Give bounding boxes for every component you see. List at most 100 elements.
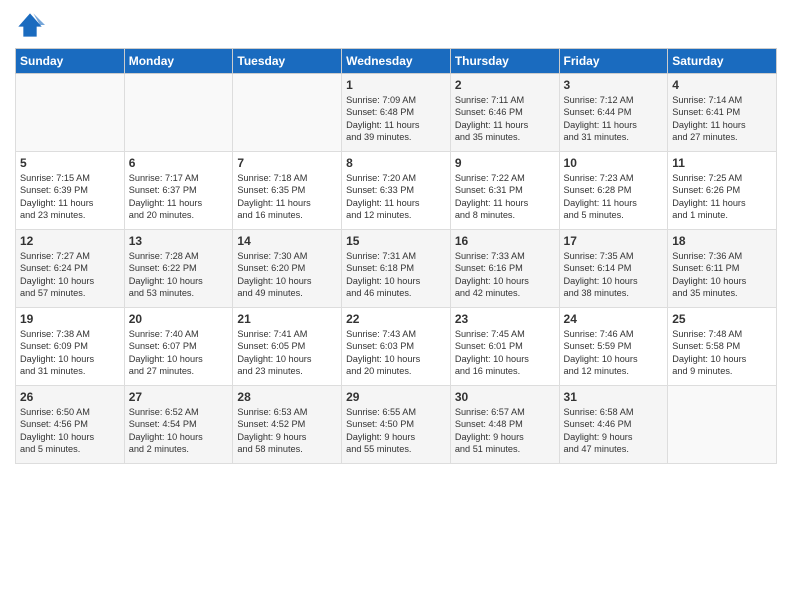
calendar-cell: 24 Sunrise: 7:46 AMSunset: 5:59 PMDayligh… [559,308,668,386]
day-number: 28 [237,390,337,404]
calendar-cell: 27 Sunrise: 6:52 AMSunset: 4:54 PMDayligh… [124,386,233,464]
calendar-header-row: SundayMondayTuesdayWednesdayThursdayFrid… [16,49,777,74]
cell-content: Sunrise: 7:41 AMSunset: 6:05 PMDaylight:… [237,328,337,378]
cell-content: Sunrise: 7:20 AMSunset: 6:33 PMDaylight:… [346,172,446,222]
cell-content: Sunrise: 7:48 AMSunset: 5:58 PMDaylight:… [672,328,772,378]
calendar-week-3: 12 Sunrise: 7:27 AMSunset: 6:24 PMDayligh… [16,230,777,308]
day-number: 17 [564,234,664,248]
cell-content: Sunrise: 7:15 AMSunset: 6:39 PMDaylight:… [20,172,120,222]
day-number: 1 [346,78,446,92]
day-header-sunday: Sunday [16,49,125,74]
calendar-cell: 29 Sunrise: 6:55 AMSunset: 4:50 PMDayligh… [342,386,451,464]
cell-content: Sunrise: 7:35 AMSunset: 6:14 PMDaylight:… [564,250,664,300]
calendar-cell: 6Sunrise: 7:17 AMSunset: 6:37 PMDaylight… [124,152,233,230]
day-header-saturday: Saturday [668,49,777,74]
day-number: 5 [20,156,120,170]
day-number: 16 [455,234,555,248]
cell-content: Sunrise: 7:28 AMSunset: 6:22 PMDaylight:… [129,250,229,300]
cell-content: Sunrise: 7:18 AMSunset: 6:35 PMDaylight:… [237,172,337,222]
day-number: 18 [672,234,772,248]
cell-content: Sunrise: 7:30 AMSunset: 6:20 PMDaylight:… [237,250,337,300]
calendar-cell [124,74,233,152]
cell-content: Sunrise: 7:43 AMSunset: 6:03 PMDaylight:… [346,328,446,378]
cell-content: Sunrise: 6:53 AMSunset: 4:52 PMDaylight:… [237,406,337,456]
day-number: 13 [129,234,229,248]
day-header-wednesday: Wednesday [342,49,451,74]
calendar-cell: 2 Sunrise: 7:11 AMSunset: 6:46 PMDaylight… [450,74,559,152]
day-number: 24 [564,312,664,326]
day-number: 21 [237,312,337,326]
calendar-cell: 15 Sunrise: 7:31 AMSunset: 6:18 PMDayligh… [342,230,451,308]
page-header [15,10,777,40]
calendar-cell [233,74,342,152]
day-number: 20 [129,312,229,326]
cell-content: Sunrise: 7:14 AMSunset: 6:41 PMDaylight:… [672,94,772,144]
day-number: 19 [20,312,120,326]
calendar-cell: 26 Sunrise: 6:50 AMSunset: 4:56 PMDayligh… [16,386,125,464]
cell-content: Sunrise: 6:50 AMSunset: 4:56 PMDaylight:… [20,406,120,456]
day-number: 15 [346,234,446,248]
day-number: 2 [455,78,555,92]
calendar-cell: 18 Sunrise: 7:36 AMSunset: 6:11 PMDayligh… [668,230,777,308]
cell-content: Sunrise: 7:12 AMSunset: 6:44 PMDaylight:… [564,94,664,144]
day-number: 30 [455,390,555,404]
day-number: 11 [672,156,772,170]
cell-content: Sunrise: 7:45 AMSunset: 6:01 PMDaylight:… [455,328,555,378]
cell-content: Sunrise: 6:55 AMSunset: 4:50 PMDaylight:… [346,406,446,456]
cell-content: Sunrise: 7:38 AMSunset: 6:09 PMDaylight:… [20,328,120,378]
day-number: 7 [237,156,337,170]
calendar-cell: 16Sunrise: 7:33 AMSunset: 6:16 PMDayligh… [450,230,559,308]
day-number: 26 [20,390,120,404]
day-header-monday: Monday [124,49,233,74]
calendar-table: SundayMondayTuesdayWednesdayThursdayFrid… [15,48,777,464]
day-header-tuesday: Tuesday [233,49,342,74]
day-number: 25 [672,312,772,326]
day-header-friday: Friday [559,49,668,74]
calendar-cell: 25 Sunrise: 7:48 AMSunset: 5:58 PMDayligh… [668,308,777,386]
day-number: 9 [455,156,555,170]
calendar-cell: 23Sunrise: 7:45 AMSunset: 6:01 PMDayligh… [450,308,559,386]
cell-content: Sunrise: 7:27 AMSunset: 6:24 PMDaylight:… [20,250,120,300]
day-number: 4 [672,78,772,92]
calendar-cell: 14Sunrise: 7:30 AMSunset: 6:20 PMDayligh… [233,230,342,308]
calendar-cell: 13 Sunrise: 7:28 AMSunset: 6:22 PMDayligh… [124,230,233,308]
cell-content: Sunrise: 7:31 AMSunset: 6:18 PMDaylight:… [346,250,446,300]
calendar-cell: 11 Sunrise: 7:25 AMSunset: 6:26 PMDayligh… [668,152,777,230]
calendar-cell: 10 Sunrise: 7:23 AMSunset: 6:28 PMDayligh… [559,152,668,230]
day-number: 22 [346,312,446,326]
calendar-cell: 3 Sunrise: 7:12 AMSunset: 6:44 PMDaylight… [559,74,668,152]
calendar-cell: 28 Sunrise: 6:53 AMSunset: 4:52 PMDayligh… [233,386,342,464]
day-number: 3 [564,78,664,92]
calendar-cell: 5 Sunrise: 7:15 AMSunset: 6:39 PMDaylight… [16,152,125,230]
calendar-cell: 19 Sunrise: 7:38 AMSunset: 6:09 PMDayligh… [16,308,125,386]
cell-content: Sunrise: 6:52 AMSunset: 4:54 PMDaylight:… [129,406,229,456]
cell-content: Sunrise: 6:57 AMSunset: 4:48 PMDaylight:… [455,406,555,456]
calendar-cell: 30 Sunrise: 6:57 AMSunset: 4:48 PMDayligh… [450,386,559,464]
day-number: 29 [346,390,446,404]
calendar-cell: 17 Sunrise: 7:35 AMSunset: 6:14 PMDayligh… [559,230,668,308]
cell-content: Sunrise: 7:09 AMSunset: 6:48 PMDaylight:… [346,94,446,144]
cell-content: Sunrise: 7:11 AMSunset: 6:46 PMDaylight:… [455,94,555,144]
cell-content: Sunrise: 6:58 AMSunset: 4:46 PMDaylight:… [564,406,664,456]
calendar-cell: 7 Sunrise: 7:18 AMSunset: 6:35 PMDaylight… [233,152,342,230]
cell-content: Sunrise: 7:25 AMSunset: 6:26 PMDaylight:… [672,172,772,222]
cell-content: Sunrise: 7:36 AMSunset: 6:11 PMDaylight:… [672,250,772,300]
day-number: 31 [564,390,664,404]
logo [15,10,49,40]
logo-icon [15,10,45,40]
calendar-cell: 1 Sunrise: 7:09 AMSunset: 6:48 PMDaylight… [342,74,451,152]
cell-content: Sunrise: 7:40 AMSunset: 6:07 PMDaylight:… [129,328,229,378]
calendar-cell: 12 Sunrise: 7:27 AMSunset: 6:24 PMDayligh… [16,230,125,308]
calendar-cell [668,386,777,464]
day-header-thursday: Thursday [450,49,559,74]
cell-content: Sunrise: 7:23 AMSunset: 6:28 PMDaylight:… [564,172,664,222]
calendar-week-1: 1 Sunrise: 7:09 AMSunset: 6:48 PMDaylight… [16,74,777,152]
calendar-cell [16,74,125,152]
calendar-cell: 8 Sunrise: 7:20 AMSunset: 6:33 PMDaylight… [342,152,451,230]
day-number: 8 [346,156,446,170]
cell-content: Sunrise: 7:46 AMSunset: 5:59 PMDaylight:… [564,328,664,378]
day-number: 10 [564,156,664,170]
day-number: 12 [20,234,120,248]
day-number: 27 [129,390,229,404]
calendar-cell: 21 Sunrise: 7:41 AMSunset: 6:05 PMDayligh… [233,308,342,386]
